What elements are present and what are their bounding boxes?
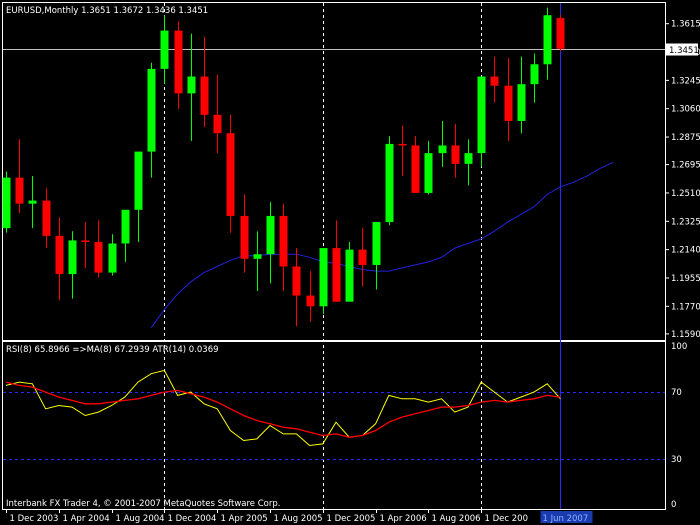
candle-body [464, 153, 473, 164]
candle-body [398, 143, 407, 146]
candle-body [42, 200, 51, 236]
candle-body [411, 145, 420, 193]
candle-body [543, 15, 552, 65]
candle-body [160, 30, 169, 69]
candle-body [530, 64, 539, 85]
candle-body [94, 241, 103, 273]
candle-body [55, 235, 64, 275]
main-chart-title: EURUSD,Monthly 1.3651 1.3672 1.3436 1.34… [6, 6, 208, 16]
moving-average-line [150, 161, 614, 328]
indicator-title: RSI(8) 65.8966 =>MA(8) 67.2939 ATR(14) 0… [6, 345, 219, 355]
copyright-text: Interbank FX Trader 4, © 2001-2007 MetaQ… [6, 499, 280, 509]
candle-body [81, 240, 90, 242]
chart-svg[interactable]: 1.36151.34301.32451.30601.28751.26951.25… [0, 0, 700, 525]
candle-body [15, 177, 24, 204]
candles-layer [2, 7, 565, 327]
candle-body [68, 240, 77, 275]
rsi-tick-label: 70 [671, 388, 682, 398]
candle-body [200, 76, 209, 115]
rsi-tick-label: 30 [671, 455, 682, 465]
candle-body [213, 114, 222, 134]
candle-body [451, 145, 460, 164]
candle-body [424, 153, 433, 193]
candle-body [517, 84, 526, 121]
candle-body [134, 151, 143, 210]
price-tick-label: 1.2510 [671, 189, 700, 199]
price-tick-label: 1.2875 [671, 133, 700, 143]
candle-body [253, 254, 262, 259]
candle-body [345, 249, 354, 302]
candle-body [477, 76, 486, 154]
candle-body [108, 243, 117, 273]
time-tick-label: 1 Apr 2006 [380, 514, 427, 524]
price-tick-label: 1.2695 [671, 161, 700, 171]
price-tick-label: 1.3615 [671, 20, 700, 30]
price-tick-label: 1.1955 [671, 274, 700, 284]
candle-body [319, 248, 328, 307]
time-tick-label: 1 Dec 2004 [168, 514, 217, 524]
cursor-date-label: 1 Jun 2007 [543, 514, 589, 524]
current-price-label: 1.3451 [669, 46, 699, 56]
rsi-line [5, 369, 561, 447]
candle-body [490, 76, 499, 86]
candle-body [438, 145, 447, 154]
candle-body [187, 76, 196, 94]
candle-body [28, 200, 37, 204]
moving-average-layer [150, 161, 614, 328]
time-tick-label: 1 Aug 2004 [116, 514, 165, 524]
rsi-tick-label: 100 [671, 342, 687, 352]
time-tick-label: 1 Dec 2003 [10, 514, 59, 524]
candle-body [372, 222, 381, 265]
candle-body [292, 266, 301, 296]
candle-body [358, 249, 367, 265]
candle-body [121, 209, 130, 244]
candle-body [2, 177, 11, 229]
time-tick-label: 1 Aug 2005 [274, 514, 323, 524]
candle-body [147, 68, 156, 152]
candle-body [174, 30, 183, 94]
time-tick-label: 1 Apr 2004 [63, 514, 110, 524]
rsi-layer [5, 369, 561, 447]
candle-body [240, 215, 249, 259]
time-tick-label: 1 Dec 200 [485, 514, 528, 524]
candle-body [226, 133, 235, 216]
time-tick-label: 1 Aug 2006 [432, 514, 481, 524]
time-tick-label: 1 Dec 2005 [327, 514, 376, 524]
price-tick-label: 1.1590 [671, 330, 700, 340]
candle-body [332, 248, 341, 302]
price-tick-label: 1.2325 [671, 217, 700, 227]
candle-body [279, 215, 288, 267]
price-tick-label: 1.3060 [671, 105, 700, 115]
price-tick-label: 1.1770 [671, 302, 700, 312]
price-tick-label: 1.3245 [671, 76, 700, 86]
price-tick-label: 1.2140 [671, 246, 700, 256]
candle-body [306, 295, 315, 307]
candle-body [266, 215, 275, 255]
time-tick-label: 1 Apr 2005 [221, 514, 268, 524]
candle-body [385, 143, 394, 223]
rsi-tick-label: 0 [671, 500, 676, 510]
candle-body [556, 18, 565, 49]
candle-body [504, 85, 513, 121]
